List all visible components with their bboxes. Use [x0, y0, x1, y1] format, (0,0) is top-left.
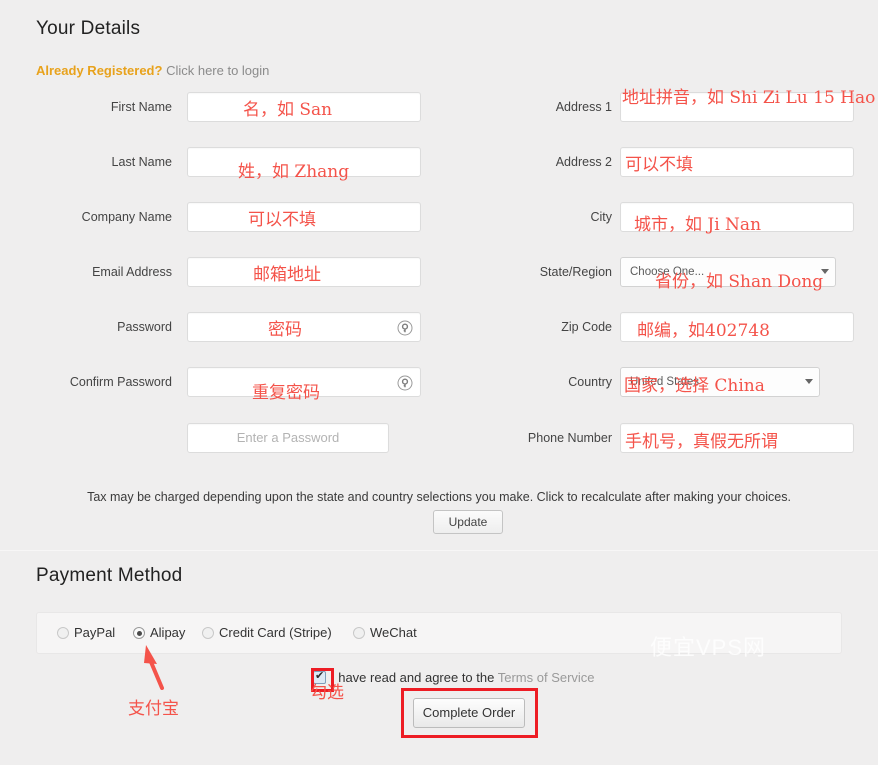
label-phone-number: Phone Number [527, 431, 612, 445]
radio-alipay-icon[interactable] [133, 627, 145, 639]
input-enter-password[interactable]: Enter a Password [187, 423, 389, 453]
select-country[interactable]: United States [620, 367, 820, 397]
input-phone-number[interactable] [620, 423, 854, 453]
already-registered-label: Already Registered? [36, 63, 163, 78]
terms-agree-label: I have read and agree to the [331, 670, 498, 685]
terms-agree-checkbox[interactable] [313, 669, 326, 684]
label-country: Country [568, 375, 612, 389]
input-last-name[interactable] [187, 147, 421, 177]
label-city: City [590, 210, 612, 224]
tax-note: Tax may be charged depending upon the st… [87, 490, 791, 504]
payment-option-credit-card-label: Credit Card (Stripe) [219, 625, 332, 640]
label-state-region: State/Region [539, 265, 612, 279]
input-first-name[interactable] [187, 92, 421, 122]
input-email-address[interactable] [187, 257, 421, 287]
payment-option-paypal-label: PayPal [74, 625, 116, 640]
label-address-2: Address 2 [555, 155, 612, 169]
input-password[interactable] [187, 312, 421, 342]
input-address-2[interactable] [620, 147, 854, 177]
payment-option-alipay[interactable]: Alipay [133, 625, 185, 640]
input-confirm-password[interactable] [187, 367, 421, 397]
input-city[interactable] [620, 202, 854, 232]
payment-option-wechat[interactable]: WeChat [353, 625, 417, 640]
payment-option-credit-card[interactable]: Credit Card (Stripe) [202, 625, 332, 640]
page-title: Your Details [36, 18, 141, 39]
radio-wechat-icon[interactable] [353, 627, 365, 639]
input-address-1[interactable] [620, 92, 854, 122]
label-zip-code: Zip Code [561, 320, 612, 334]
annotation-alipay: 支付宝 [128, 699, 179, 719]
login-link[interactable]: Click here to login [166, 63, 269, 78]
label-email-address: Email Address [92, 265, 172, 279]
terms-agree-row: I have read and agree to the Terms of Se… [313, 669, 595, 685]
input-company-name[interactable] [187, 202, 421, 232]
select-country-value: United States [630, 376, 700, 388]
label-confirm-password: Confirm Password [69, 375, 172, 389]
label-last-name: Last Name [111, 155, 172, 169]
radio-paypal-icon[interactable] [57, 627, 69, 639]
already-registered-line: Already Registered? Click here to login [36, 63, 269, 78]
input-zip-code[interactable] [620, 312, 854, 342]
payment-method-title: Payment Method [36, 565, 183, 586]
password-lock-icon[interactable] [397, 320, 413, 336]
section-divider [0, 550, 878, 551]
alipay-annotation-arrow-icon [144, 645, 164, 690]
label-address-1: Address 1 [555, 100, 612, 114]
complete-order-button[interactable]: Complete Order [413, 698, 525, 728]
label-password: Password [117, 320, 172, 334]
update-button[interactable]: Update [433, 510, 503, 534]
chevron-down-icon [805, 379, 813, 384]
label-first-name: First Name [110, 100, 172, 114]
select-state-region-value: Choose One... [630, 266, 705, 278]
terms-of-service-link[interactable]: Terms of Service [498, 670, 595, 685]
payment-option-wechat-label: WeChat [370, 625, 417, 640]
payment-option-paypal[interactable]: PayPal [57, 625, 115, 640]
select-state-region[interactable]: Choose One... [620, 257, 836, 287]
confirm-password-lock-icon[interactable] [397, 375, 413, 391]
radio-credit-card-icon[interactable] [202, 627, 214, 639]
payment-option-alipay-label: Alipay [150, 625, 186, 640]
label-company-name: Company Name [81, 210, 172, 224]
chevron-down-icon [821, 269, 829, 274]
